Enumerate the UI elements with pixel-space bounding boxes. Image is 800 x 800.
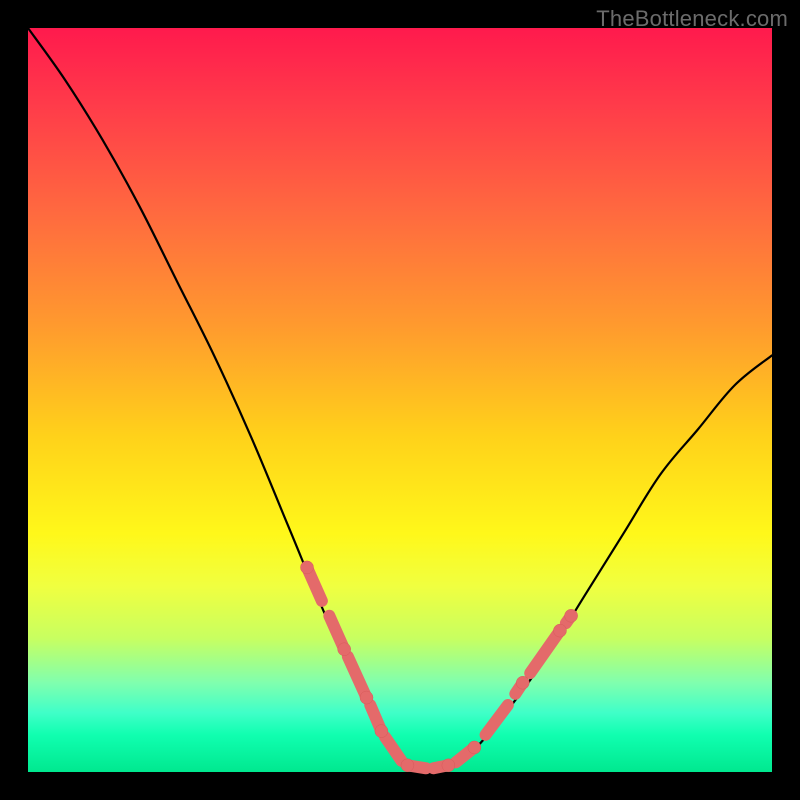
marker-dot (553, 624, 566, 637)
marker-dot (401, 759, 414, 772)
marker-group (301, 561, 578, 772)
bottleneck-curve (28, 28, 772, 769)
marker-dot (375, 725, 388, 738)
marker-segment (530, 631, 560, 673)
marker-dot (338, 643, 351, 656)
marker-segment (385, 737, 401, 761)
marker-segment (486, 705, 508, 735)
chart-svg (28, 28, 772, 772)
marker-dot (360, 691, 373, 704)
marker-dot (468, 741, 481, 754)
marker-dot (565, 609, 578, 622)
marker-dot (301, 561, 314, 574)
marker-dot (516, 676, 529, 689)
marker-dot (442, 759, 455, 772)
chart-frame (28, 28, 772, 772)
